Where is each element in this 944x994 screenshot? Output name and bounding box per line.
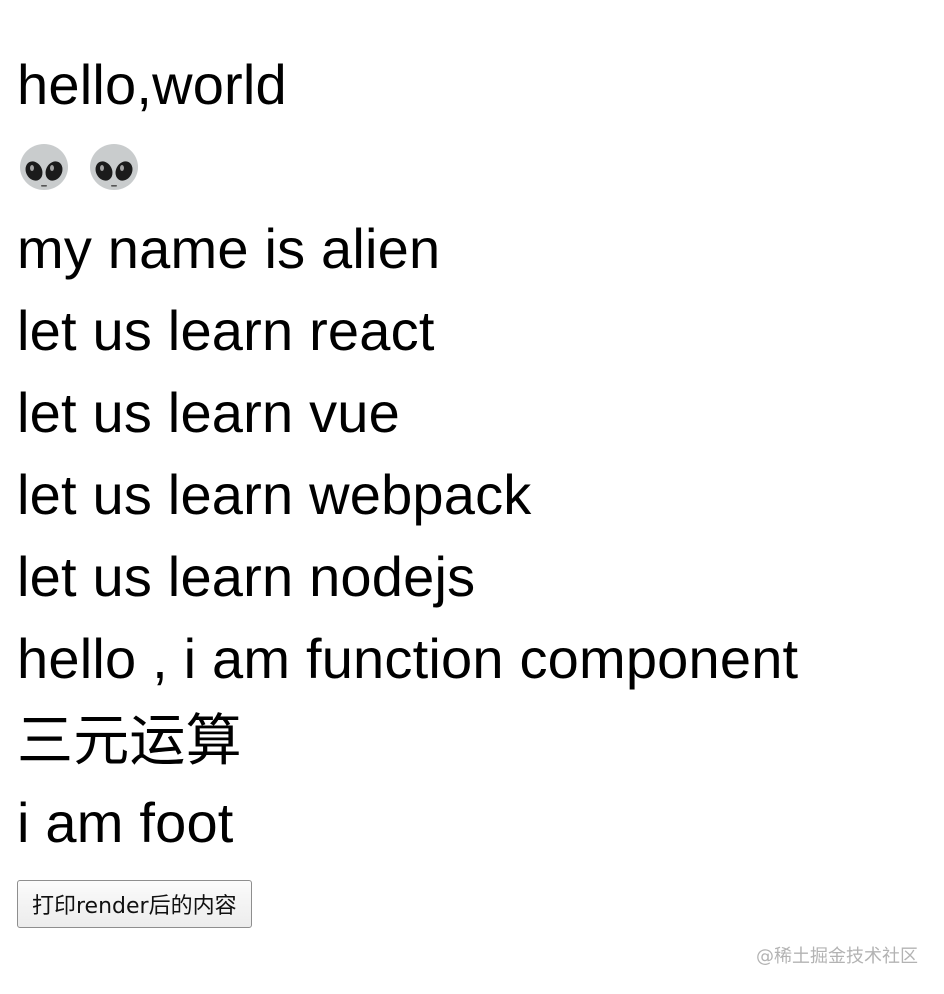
button-container: 打印render后的内容 [17,880,798,928]
learn-vue-text: let us learn vue [17,381,400,444]
function-component-text: hello , i am function component [17,627,799,690]
alien-icon [20,144,68,191]
learn-react-text: let us learn react [17,299,435,362]
render-output: hello,world my name is alien let us lear… [17,44,798,928]
learn-webpack-text: let us learn webpack [17,463,532,526]
ternary-text: 三元运算 [17,709,242,772]
print-render-button[interactable]: 打印render后的内容 [17,880,252,928]
emoji-row [17,126,798,208]
learn-nodejs-text: let us learn nodejs [17,545,476,608]
alien-icon [90,144,139,191]
watermark-text: @稀土掘金技术社区 [756,946,918,967]
foot-text: i am foot [17,791,234,854]
name-text: my name is alien [17,217,441,280]
greeting-text: hello,world [17,53,287,116]
